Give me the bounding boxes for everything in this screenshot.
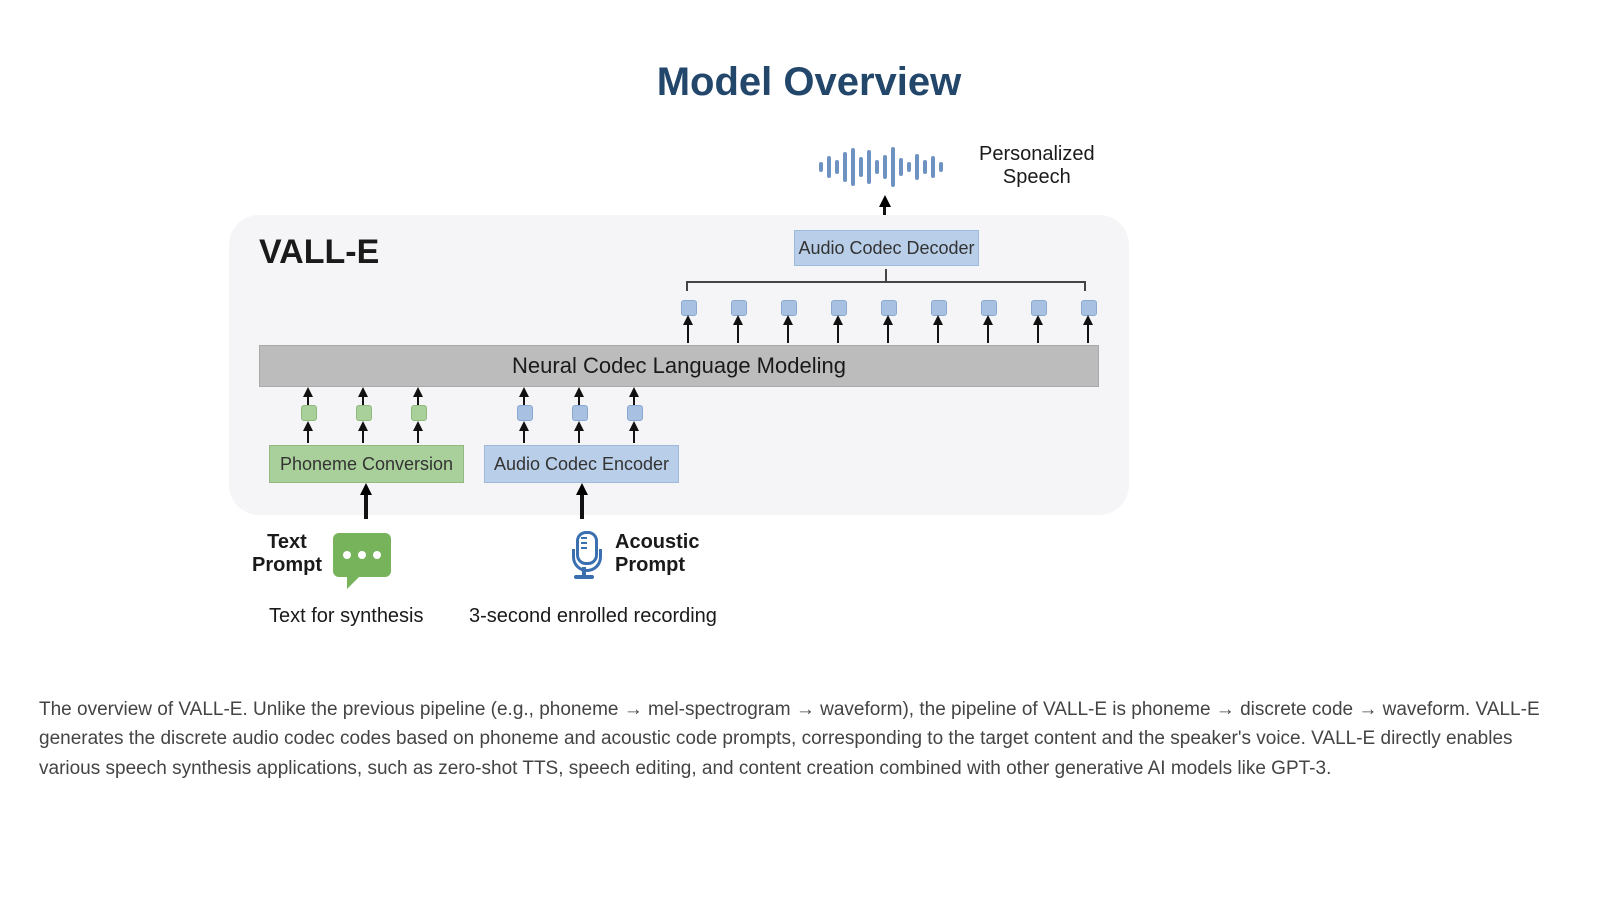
acoustic-prompt-sublabel: 3-second enrolled recording (469, 605, 717, 628)
output-token (831, 300, 847, 316)
output-token (781, 300, 797, 316)
output-token (981, 300, 997, 316)
encoder-token (627, 405, 643, 421)
output-token (731, 300, 747, 316)
caption-text: The overview of VALL-E. Unlike the previ… (39, 695, 1579, 783)
output-token (931, 300, 947, 316)
audio-codec-decoder-block: Audio Codec Decoder (794, 230, 979, 266)
output-label: Personalized Speech (979, 143, 1095, 189)
encoder-token (517, 405, 533, 421)
phoneme-conversion-block: Phoneme Conversion (269, 445, 464, 483)
text-prompt-sublabel: Text for synthesis (269, 605, 424, 628)
page-title: Model Overview (0, 60, 1618, 105)
phoneme-token (411, 405, 427, 421)
text-prompt-label: Text Prompt (247, 531, 327, 577)
model-name-label: VALL-E (259, 233, 379, 272)
speech-bubble-icon (333, 533, 391, 577)
output-token (1031, 300, 1047, 316)
output-token (681, 300, 697, 316)
output-token (881, 300, 897, 316)
waveform-icon (819, 145, 943, 189)
audio-codec-encoder-block: Audio Codec Encoder (484, 445, 679, 483)
microphone-icon (569, 531, 599, 579)
phoneme-token (301, 405, 317, 421)
output-token (1081, 300, 1097, 316)
phoneme-token (356, 405, 372, 421)
acoustic-prompt-label: Acoustic Prompt (615, 531, 699, 577)
neural-codec-lm-block: Neural Codec Language Modeling (259, 345, 1099, 387)
diagram: Personalized Speech VALL-E Audio Codec D… (229, 145, 1389, 665)
encoder-token (572, 405, 588, 421)
